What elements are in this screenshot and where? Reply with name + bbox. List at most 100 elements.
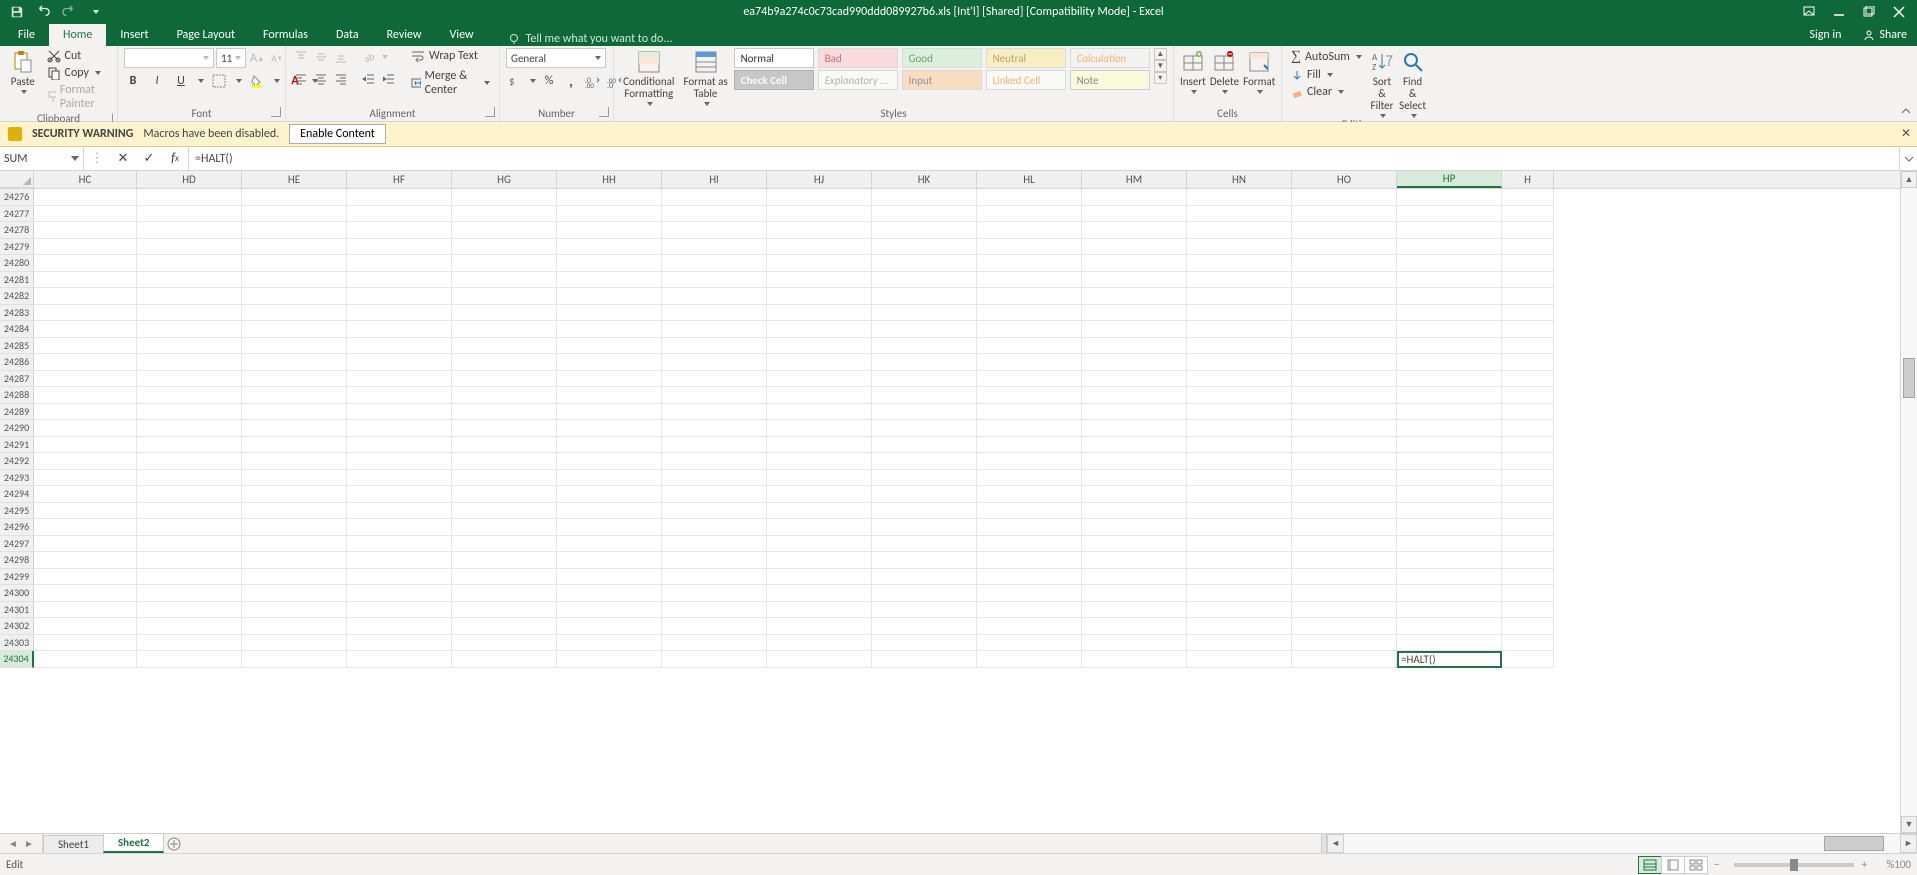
cell[interactable] [1502,437,1554,454]
cell[interactable] [34,618,137,635]
cell[interactable] [34,189,137,206]
cell[interactable] [1187,635,1292,652]
cell[interactable] [1292,651,1397,668]
cell[interactable] [557,519,662,536]
cell[interactable] [34,420,137,437]
cell[interactable] [557,437,662,454]
cell[interactable] [1187,387,1292,404]
cell[interactable] [1187,305,1292,322]
increase-font-icon[interactable]: A▲ [248,49,266,67]
cell[interactable] [872,585,977,602]
cell[interactable] [1292,602,1397,619]
merge-center-button[interactable]: Merge & Center [408,68,493,98]
cell[interactable] [977,618,1082,635]
cell[interactable] [557,354,662,371]
cell[interactable] [347,321,452,338]
cell[interactable] [557,602,662,619]
cell[interactable] [452,453,557,470]
cell[interactable] [137,272,242,289]
cell[interactable] [977,585,1082,602]
cell[interactable] [137,354,242,371]
cell[interactable] [872,437,977,454]
cell[interactable] [977,272,1082,289]
cell[interactable] [34,569,137,586]
hscroll-track[interactable] [1344,834,1900,853]
cell[interactable] [1397,305,1502,322]
cell[interactable] [347,371,452,388]
cell[interactable] [137,552,242,569]
cell[interactable] [347,404,452,421]
collapse-ribbon-icon[interactable] [1899,105,1913,119]
cell[interactable] [34,354,137,371]
row-header[interactable]: 24295 [0,503,34,520]
row-header[interactable]: 24303 [0,635,34,652]
cell[interactable] [1292,453,1397,470]
cell[interactable] [977,338,1082,355]
enter-formula-icon[interactable]: ✓ [136,151,162,166]
cell[interactable] [452,321,557,338]
column-header[interactable]: HJ [767,171,872,188]
cell[interactable] [1082,354,1187,371]
cell[interactable] [347,503,452,520]
cell[interactable] [1292,189,1397,206]
cell[interactable] [767,437,872,454]
cell[interactable] [452,371,557,388]
cell[interactable] [662,387,767,404]
cell[interactable] [557,651,662,668]
cell[interactable] [34,519,137,536]
cell[interactable] [242,618,347,635]
formula-input[interactable]: =HALT() [189,147,1899,170]
cell[interactable] [767,470,872,487]
cell[interactable] [872,536,977,553]
cell[interactable] [557,486,662,503]
tab-review[interactable]: Review [373,24,436,46]
cell[interactable] [34,387,137,404]
scroll-up-icon[interactable]: ▲ [1901,171,1917,188]
cell[interactable] [1502,189,1554,206]
cell[interactable] [137,239,242,256]
cell[interactable] [452,486,557,503]
column-header[interactable]: HD [137,171,242,188]
autosum-button[interactable]: ∑AutoSum [1288,48,1365,66]
cell[interactable] [452,239,557,256]
cell[interactable] [347,651,452,668]
cell[interactable] [872,288,977,305]
cell[interactable] [1397,338,1502,355]
cell[interactable] [242,503,347,520]
cell[interactable] [1502,206,1554,223]
cell[interactable] [1502,239,1554,256]
cell[interactable] [767,486,872,503]
cell[interactable] [662,437,767,454]
cell[interactable] [872,305,977,322]
row-header[interactable]: 24300 [0,585,34,602]
minimize-icon[interactable] [1825,1,1853,23]
name-box[interactable]: SUM [0,147,84,170]
cell[interactable] [1187,585,1292,602]
cell[interactable] [977,569,1082,586]
cell[interactable] [977,635,1082,652]
cell[interactable] [1397,552,1502,569]
cell[interactable] [1187,222,1292,239]
format-cells-button[interactable]: Format [1243,48,1275,94]
cell[interactable] [347,486,452,503]
cell[interactable] [977,470,1082,487]
page-layout-view-icon[interactable] [1661,856,1685,874]
cell[interactable] [1187,371,1292,388]
row-header[interactable]: 24288 [0,387,34,404]
cell[interactable] [1082,585,1187,602]
cell[interactable] [1397,321,1502,338]
style-bad[interactable]: Bad [818,48,898,68]
borders-button[interactable] [210,72,228,90]
cell[interactable] [662,189,767,206]
cell[interactable] [1082,420,1187,437]
styles-scroll-down-icon[interactable]: ▼ [1154,60,1167,72]
cell[interactable] [557,288,662,305]
cell[interactable] [1502,305,1554,322]
cell[interactable] [1292,404,1397,421]
cell[interactable] [557,470,662,487]
cell[interactable] [977,519,1082,536]
cell[interactable] [872,453,977,470]
align-middle-icon[interactable] [312,48,330,66]
cell[interactable] [34,486,137,503]
cell[interactable] [347,420,452,437]
